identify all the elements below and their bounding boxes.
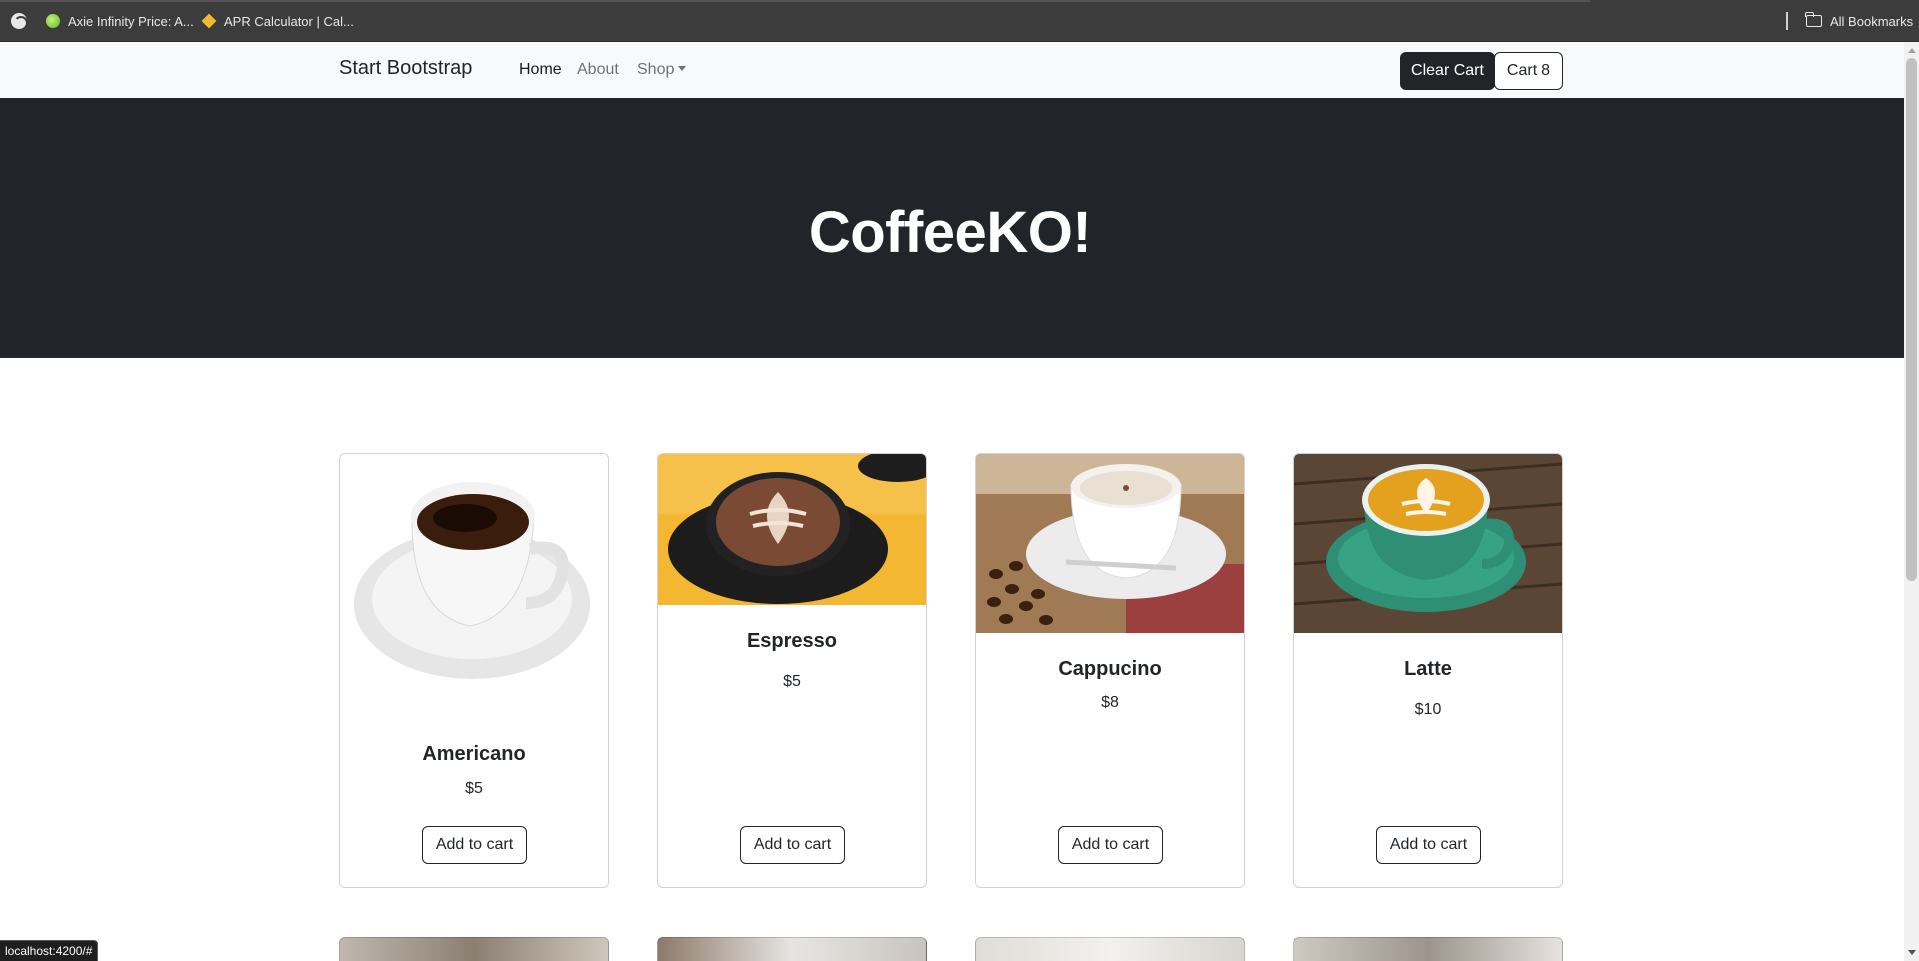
product-name: Cappucino — [1058, 658, 1162, 680]
espresso-image — [658, 454, 926, 605]
product-card-partial — [657, 937, 927, 961]
bookmarks-separator — [1786, 12, 1788, 30]
product-price: $5 — [465, 780, 483, 797]
cart-label: Cart — [1506, 62, 1538, 79]
clear-cart-button[interactable]: Clear Cart — [1400, 52, 1495, 90]
product-price: $8 — [1101, 694, 1119, 711]
all-bookmarks-button[interactable]: All Bookmarks — [1805, 10, 1914, 32]
add-to-cart-button[interactable]: Add to cart — [1058, 826, 1163, 864]
all-bookmarks-label: All Bookmarks — [1830, 13, 1914, 29]
add-to-cart-button[interactable]: Add to cart — [740, 826, 845, 864]
product-card-partial — [1293, 937, 1563, 961]
product-card-americano: Americano $5 Add to cart — [339, 453, 609, 888]
product-name: Americano — [422, 743, 526, 765]
folder-icon — [1805, 12, 1822, 27]
nav-link-shop-label: Shop — [637, 61, 675, 78]
binance-icon — [201, 13, 217, 29]
bookmarks-top-rule — [0, 0, 1590, 2]
caret-down-icon — [678, 66, 687, 71]
product-name: Espresso — [746, 630, 838, 652]
product-card-partial — [975, 937, 1245, 961]
add-to-cart-button[interactable]: Add to cart — [1376, 826, 1481, 864]
nav-link-shop[interactable]: Shop — [637, 61, 687, 79]
navbar-brand[interactable]: Start Bootstrap — [339, 57, 472, 80]
nav-link-home[interactable]: Home — [519, 61, 562, 79]
product-card-partial — [339, 937, 609, 961]
nav-link-about[interactable]: About — [577, 61, 619, 79]
globe-icon[interactable] — [11, 13, 28, 30]
cart-button[interactable]: Cart 8 — [1494, 52, 1563, 90]
product-price: $5 — [783, 673, 801, 690]
cart-count: 8 — [1541, 62, 1551, 79]
scrollbar-thumb[interactable] — [1906, 58, 1917, 581]
navbar: Start Bootstrap Home About Shop Clear Ca… — [0, 42, 1904, 98]
status-bar-url: localhost:4200/# — [0, 940, 99, 961]
bookmarks-bar: Axie Infinity Price: A... APR Calculator… — [0, 0, 1919, 42]
page-scrollbar[interactable] — [1904, 42, 1919, 961]
americano-image — [340, 454, 608, 699]
axie-icon — [46, 14, 60, 28]
scroll-up-icon[interactable] — [1908, 48, 1916, 53]
scroll-down-icon[interactable] — [1908, 950, 1916, 955]
add-to-cart-button[interactable]: Add to cart — [422, 826, 527, 864]
hero-title: CoffeeKO! — [808, 200, 1092, 265]
product-price: $10 — [1414, 701, 1442, 718]
product-card-espresso: Espresso $5 Add to cart — [657, 453, 927, 888]
product-card-latte: Latte $10 Add to cart — [1293, 453, 1563, 888]
product-card-cappucino: Cappucino $8 Add to cart — [975, 453, 1245, 888]
bookmark-axie[interactable]: Axie Infinity Price: A... — [46, 10, 194, 32]
bookmark-axie-label: Axie Infinity Price: A... — [68, 13, 194, 29]
hero-banner: CoffeeKO! — [0, 98, 1904, 358]
bookmark-apr-label: APR Calculator | Cal... — [224, 13, 354, 29]
product-name: Latte — [1404, 658, 1452, 680]
latte-image — [1294, 454, 1562, 633]
bookmark-apr[interactable]: APR Calculator | Cal... — [201, 10, 354, 32]
cappucino-image — [976, 454, 1244, 633]
